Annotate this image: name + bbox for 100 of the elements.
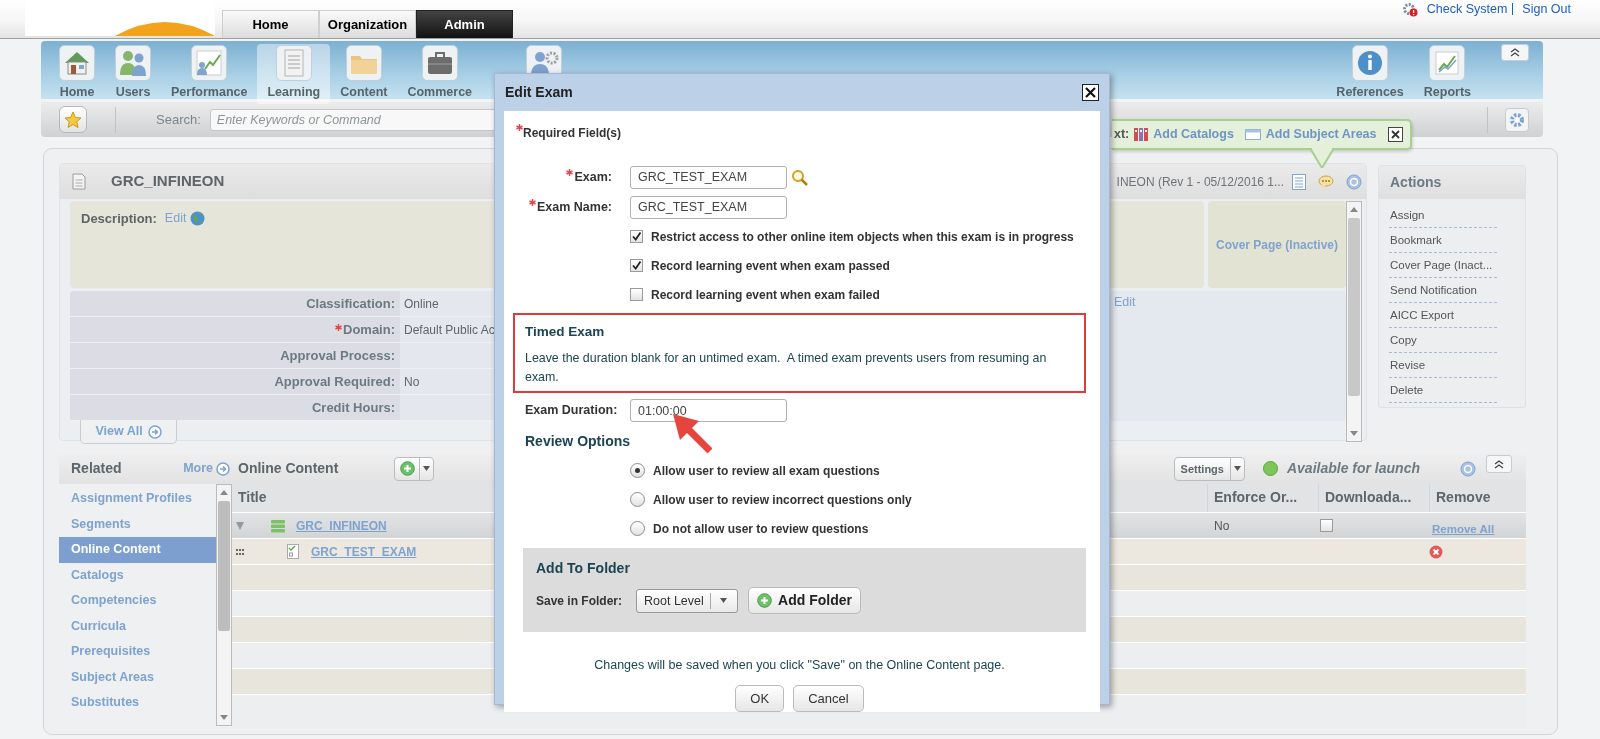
toolbar-button[interactable]: Home — [49, 44, 105, 104]
field-value: No — [404, 373, 420, 391]
action-link[interactable]: Cover Page (Inact... — [1389, 253, 1497, 278]
tooltip-link[interactable]: Add Subject Areas — [1265, 125, 1377, 144]
folder-select[interactable]: Root Level — [636, 588, 739, 613]
add-button[interactable] — [394, 456, 434, 481]
field-label: Exam Name: — [536, 198, 612, 216]
related-item[interactable]: Catalogs — [59, 562, 216, 588]
related-title: Related — [71, 459, 122, 478]
action-link[interactable]: Bookmark — [1389, 228, 1497, 253]
section-title: Timed Exam — [525, 323, 606, 341]
related-item[interactable]: Substitutes — [59, 690, 216, 716]
radio-button[interactable] — [630, 521, 645, 536]
action-link[interactable]: Copy — [1389, 328, 1497, 353]
column-header[interactable]: Downloada... — [1318, 484, 1429, 512]
remove-icon[interactable] — [1429, 544, 1443, 559]
toolbar-button[interactable]: Content — [330, 44, 398, 104]
catalog-icon — [1134, 127, 1149, 142]
settings-button[interactable] — [1505, 107, 1529, 132]
related-item[interactable]: Curricula — [59, 613, 216, 639]
description-label: Description: — [81, 210, 157, 228]
panel-title: Online Content — [238, 459, 340, 478]
help-text: Leave the duration blank for an untimed exam. A timed exam prevents users from resuming an exam. — [525, 350, 1048, 387]
close-button[interactable] — [1082, 84, 1099, 101]
action-link[interactable]: Send Notification — [1389, 278, 1497, 303]
header-link[interactable]: Check System — [1421, 3, 1514, 16]
add-folder-button[interactable]: Add Folder — [748, 587, 862, 614]
globe-icon — [190, 210, 206, 226]
text-field[interactable]: GRC_TEST_EXAM — [630, 165, 787, 189]
checkbox[interactable] — [1320, 519, 1333, 532]
tooltip-label: xt: — [1114, 126, 1130, 144]
field-label: Save in Folder: — [536, 592, 623, 610]
duration-field[interactable]: 01:00:00 — [630, 399, 787, 422]
settings-button[interactable]: Settings — [1173, 456, 1245, 481]
gear-alert-icon — [1401, 1, 1418, 17]
status-dot — [1262, 461, 1278, 476]
checkbox[interactable] — [630, 288, 643, 301]
option-label: Do not allow user to review questions — [653, 520, 869, 538]
close-icon — [1387, 127, 1403, 142]
chat-icon[interactable] — [1318, 174, 1334, 189]
field-label: Credit Hours: — [311, 398, 395, 417]
action-link[interactable]: Revise — [1389, 353, 1497, 378]
section-title: Add To Folder — [536, 559, 631, 578]
dialog-button[interactable]: OK — [735, 684, 785, 712]
help-icon — [1460, 460, 1476, 477]
radio-button[interactable] — [630, 492, 645, 507]
info-icon — [1352, 45, 1389, 81]
related-item[interactable]: Online Content — [59, 537, 216, 563]
related-item[interactable]: Competencies — [59, 588, 216, 614]
text-field[interactable]: GRC_TEST_EXAM — [630, 195, 787, 219]
help-icon — [1346, 173, 1362, 190]
related-item[interactable]: Segments — [59, 511, 216, 537]
radio-button[interactable] — [630, 463, 645, 478]
field-label: Exam Duration: — [524, 402, 619, 420]
toolbar-button[interactable]: Reports — [1413, 44, 1481, 104]
column-header[interactable]: Enforce Or... — [1207, 484, 1318, 512]
caret-icon — [1233, 466, 1241, 471]
caret-icon — [720, 598, 728, 603]
document-icon — [275, 45, 312, 81]
people-icon — [115, 45, 151, 81]
dialog-button[interactable]: Cancel — [793, 684, 864, 712]
nav-tab[interactable]: Organization — [319, 10, 416, 38]
action-link[interactable]: Delete — [1389, 378, 1497, 403]
toolbar-button[interactable]: Commerce — [397, 44, 483, 104]
required-note: Required Field(s) — [523, 125, 621, 142]
nav-tab[interactable]: Admin — [416, 10, 513, 38]
action-link[interactable]: Assign — [1389, 203, 1497, 228]
nav-tab[interactable]: Home — [222, 10, 319, 38]
dialog-title: Edit Exam — [505, 83, 573, 102]
view-all-button[interactable]: View All — [80, 420, 177, 444]
expand-icon[interactable] — [236, 521, 244, 530]
checkbox[interactable] — [630, 259, 643, 272]
favorites-button[interactable] — [59, 106, 87, 133]
list-icon[interactable] — [1292, 173, 1306, 190]
action-link[interactable]: AICC Export — [1389, 303, 1497, 328]
collapse-button[interactable] — [1486, 455, 1512, 473]
related-item[interactable]: Assignment Profiles — [59, 486, 216, 512]
toolbar-button[interactable]: Learning — [257, 44, 331, 104]
header-link[interactable]: Sign Out — [1517, 0, 1576, 19]
checkbox[interactable] — [630, 230, 643, 243]
tooltip-link[interactable]: Add Catalogs — [1153, 125, 1234, 144]
toolbar-button[interactable]: Performance — [161, 44, 258, 104]
chart-icon — [1429, 45, 1466, 81]
field-label: Exam: — [574, 168, 612, 186]
drag-handle-icon[interactable] — [236, 548, 244, 555]
collapse-button[interactable] — [1501, 44, 1529, 61]
checklist-icon — [287, 544, 299, 559]
column-header[interactable]: Remove — [1429, 484, 1526, 512]
caret-icon — [423, 466, 430, 471]
toolbar-button[interactable]: Users — [105, 44, 161, 104]
collapse-icon — [1510, 48, 1520, 57]
related-item[interactable]: Subject Areas — [59, 664, 216, 690]
related-item[interactable]: Prerequisites — [59, 639, 216, 665]
close-button[interactable] — [1387, 127, 1403, 142]
status-text: Available for launch — [1286, 459, 1420, 478]
toolbar-button[interactable]: References — [1326, 44, 1414, 104]
collapse-icon — [1494, 459, 1504, 469]
search-icon[interactable] — [791, 168, 808, 186]
plus-icon — [399, 461, 415, 476]
required-icon — [516, 124, 523, 131]
